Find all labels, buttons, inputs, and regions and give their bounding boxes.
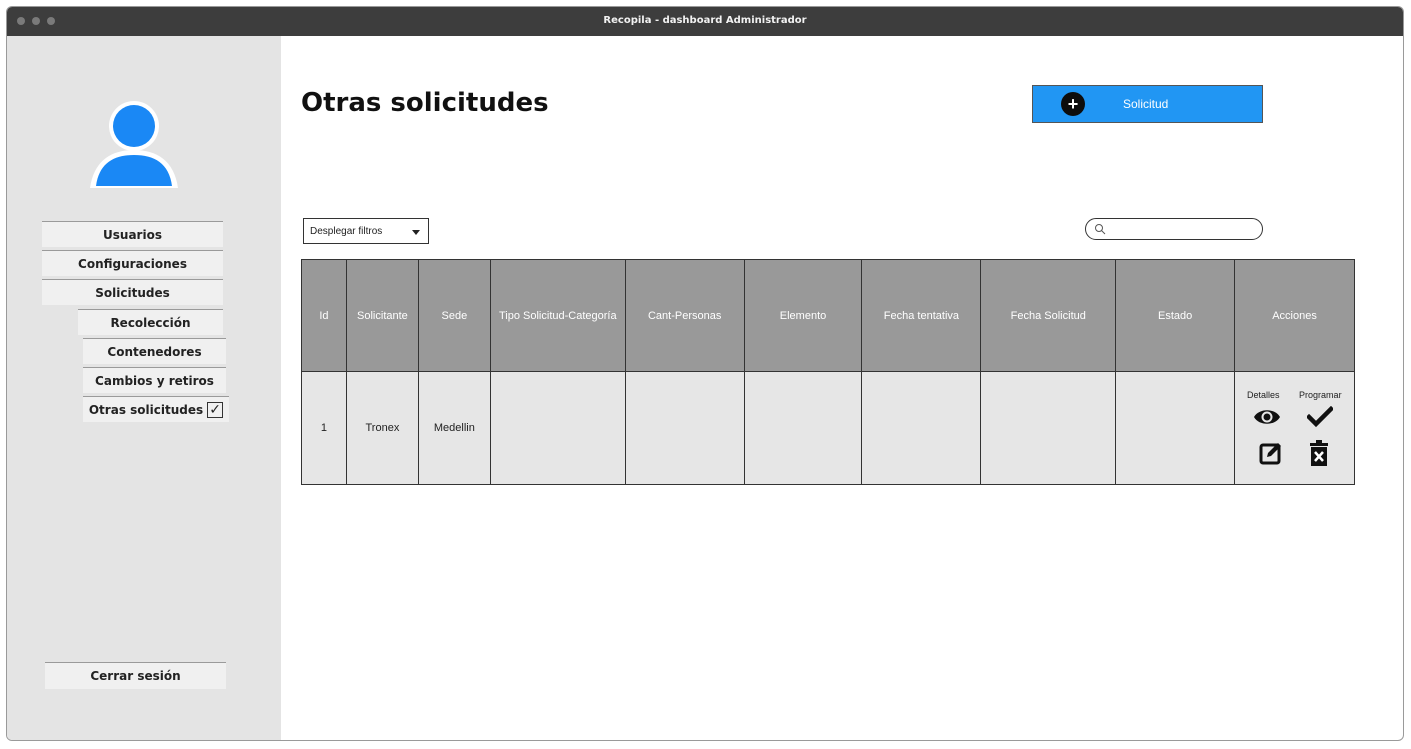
column-header-elemento: Elemento	[743, 259, 863, 372]
title-bar: Recopila - dashboard Administrador	[7, 7, 1403, 36]
schedule-label: Programar	[1299, 390, 1342, 400]
plus-circle-icon: +	[1061, 92, 1085, 116]
edit-icon[interactable]	[1259, 441, 1283, 465]
filters-dropdown-label: Desplegar filtros	[310, 225, 383, 237]
sidebar-item-solicitudes[interactable]: Solicitudes	[42, 279, 223, 305]
filters-dropdown[interactable]: Desplegar filtros	[303, 218, 429, 244]
sidebar-item-recoleccion[interactable]: Recolección	[78, 309, 223, 335]
sidebar-item-label: Cambios y retiros	[95, 373, 214, 388]
sidebar-item-label: Otras solicitudes	[88, 402, 204, 417]
sidebar-item-otras-solicitudes[interactable]: Otras solicitudes ✓	[83, 396, 229, 422]
table-header-row: Id Solicitante Sede Tipo Solicitud-Categ…	[301, 259, 1355, 372]
column-header-fecha-tentativa: Fecha tentativa	[861, 259, 982, 372]
column-header-solicitante: Solicitante	[345, 259, 419, 372]
search-icon	[1095, 224, 1106, 235]
user-avatar-icon	[90, 101, 178, 188]
eye-icon[interactable]	[1253, 406, 1281, 428]
column-header-sede: Sede	[417, 259, 491, 372]
details-label: Detalles	[1247, 390, 1280, 400]
column-header-id: Id	[301, 259, 347, 372]
delete-icon[interactable]	[1309, 440, 1329, 466]
sidebar-item-usuarios[interactable]: Usuarios	[42, 221, 223, 247]
requests-table: Id Solicitante Sede Tipo Solicitud-Categ…	[301, 259, 1355, 485]
window-title: Recopila - dashboard Administrador	[603, 15, 807, 26]
column-header-estado: Estado	[1115, 259, 1236, 372]
row-actions: Detalles Programar	[1235, 372, 1354, 484]
app-window: Recopila - dashboard Administrador Usuar…	[6, 6, 1404, 741]
selected-checkbox-icon: ✓	[207, 401, 224, 418]
sidebar-item-contenedores[interactable]: Contenedores	[83, 338, 226, 364]
cell-solicitante: Tronex	[345, 371, 419, 485]
chevron-down-icon	[412, 230, 420, 235]
cell-id: 1	[301, 371, 347, 485]
sidebar-item-label: Usuarios	[103, 227, 162, 242]
column-header-cant-personas: Cant-Personas	[624, 259, 745, 372]
sidebar-item-label: Configuraciones	[78, 256, 187, 271]
sidebar-item-label: Recolección	[110, 315, 191, 330]
table-row: 1 Tronex Medellin Detalles Programar	[301, 371, 1355, 485]
add-request-label: Solicitud	[1123, 97, 1169, 111]
column-header-fecha-solicitud: Fecha Solicitud	[980, 259, 1117, 372]
search-box[interactable]	[1085, 218, 1263, 240]
column-header-acciones: Acciones	[1234, 259, 1355, 372]
sidebar: Usuarios Configuraciones Solicitudes Rec…	[7, 36, 281, 740]
cell-estado	[1115, 371, 1236, 485]
page-title: Otras solicitudes	[301, 88, 549, 118]
cell-elemento	[743, 371, 863, 485]
cell-fecha-solicitud	[980, 371, 1117, 485]
sidebar-item-label: Solicitudes	[95, 285, 170, 300]
cell-cant-personas	[624, 371, 745, 485]
search-input[interactable]	[1108, 221, 1253, 237]
check-icon[interactable]	[1307, 406, 1334, 428]
cell-fecha-tentativa	[861, 371, 982, 485]
cell-sede: Medellin	[417, 371, 491, 485]
cell-acciones: Detalles Programar	[1234, 371, 1355, 485]
sidebar-item-cambios-y-retiros[interactable]: Cambios y retiros	[83, 367, 226, 393]
column-header-tipo-solicitud: Tipo Solicitud-Categoría	[489, 259, 626, 372]
sidebar-item-label: Contenedores	[107, 344, 202, 359]
logout-button[interactable]: Cerrar sesión	[45, 662, 226, 689]
sidebar-item-configuraciones[interactable]: Configuraciones	[42, 250, 223, 276]
cell-tipo-solicitud	[489, 371, 626, 485]
add-request-button[interactable]: + Solicitud	[1032, 85, 1263, 123]
main-content: Otras solicitudes + Solicitud Desplegar …	[281, 36, 1403, 740]
